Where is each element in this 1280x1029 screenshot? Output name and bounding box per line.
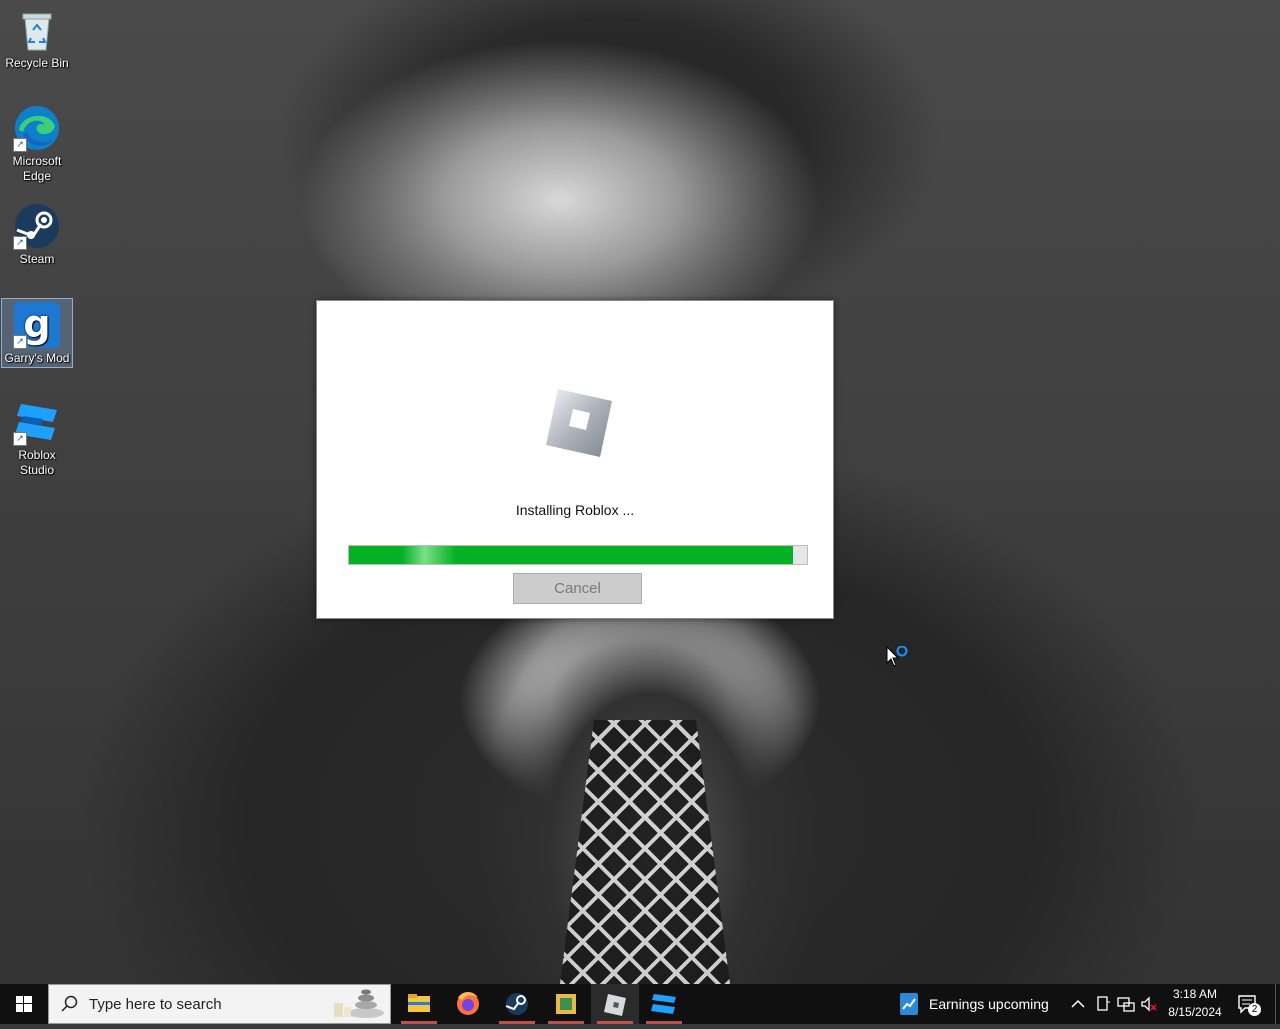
taskbar-roblox-installer[interactable] — [591, 984, 639, 1024]
install-status-text: Installing Roblox ... — [515, 502, 635, 518]
search-placeholder: Type here to search — [89, 996, 222, 1013]
taskbar: Type here to search Earnings upcoming 3:… — [0, 984, 1280, 1024]
recycle-bin-icon — [13, 6, 61, 54]
roblox-logo-icon — [540, 385, 616, 461]
shortcut-arrow-icon: ↗ — [13, 236, 27, 250]
desktop-icon-label: Steam — [19, 252, 55, 266]
news-text: Earnings upcoming — [929, 996, 1049, 1012]
show-desktop-button[interactable] — [1275, 984, 1280, 1024]
desktop-icon-steam[interactable]: ↗ Steam — [2, 196, 72, 267]
news-widget[interactable]: Earnings upcoming — [896, 984, 1056, 1024]
search-icon — [61, 995, 78, 1012]
desktop-icon-recycle-bin[interactable]: Recycle Bin — [2, 0, 72, 71]
file-explorer-icon — [408, 994, 430, 1012]
firefox-icon — [457, 992, 479, 1015]
search-highlight-image-icon — [334, 989, 384, 1018]
taskbar-app[interactable] — [542, 984, 590, 1024]
clock-time[interactable]: 3:18 AM — [1160, 987, 1230, 1001]
taskbar-search-box[interactable]: Type here to search — [48, 984, 391, 1024]
desktop-icon-edge[interactable]: ↗ Microsoft Edge — [2, 98, 72, 184]
busy-cursor-icon — [886, 645, 912, 679]
desktop-icon-label: Recycle Bin — [5, 56, 69, 70]
show-hidden-icons-chevron-icon[interactable] — [1068, 994, 1088, 1014]
action-center-icon[interactable]: 2 — [1236, 993, 1262, 1017]
desktop-icon-label: Garry's Mod — [4, 351, 70, 365]
shortcut-arrow-icon: ↗ — [13, 432, 27, 446]
desktop-icon-label: Roblox Studio — [18, 448, 56, 477]
garrys-mod-icon: g ↗ — [13, 301, 61, 349]
start-button[interactable] — [0, 984, 48, 1024]
desktop-icon-roblox-studio[interactable]: ↗ Roblox Studio — [2, 392, 72, 478]
install-progress-bar — [348, 545, 808, 565]
edge-icon: ↗ — [13, 104, 61, 152]
cancel-button[interactable]: Cancel — [513, 573, 642, 604]
notification-badge: 2 — [1248, 1003, 1261, 1016]
volume-muted-icon[interactable] — [1139, 994, 1159, 1014]
roblox-studio-icon — [651, 994, 676, 1014]
clock-date[interactable]: 8/15/2024 — [1160, 1005, 1230, 1019]
device-icon[interactable] — [1093, 994, 1113, 1014]
stock-news-icon — [900, 993, 918, 1015]
shortcut-arrow-icon: ↗ — [13, 138, 27, 152]
steam-icon — [505, 993, 528, 1015]
shortcut-arrow-icon: ↗ — [13, 335, 27, 349]
network-icon[interactable] — [1116, 994, 1136, 1014]
steam-icon: ↗ — [13, 202, 61, 250]
app-icon — [556, 994, 576, 1014]
taskbar-roblox-studio[interactable] — [640, 984, 688, 1024]
windows-icon — [16, 996, 32, 1012]
taskbar-steam[interactable] — [493, 984, 541, 1024]
taskbar-firefox[interactable] — [444, 984, 492, 1024]
desktop-icon-label: Microsoft Edge — [12, 154, 62, 183]
desktop-icon-garrys-mod[interactable]: g ↗ Garry's Mod — [1, 298, 73, 368]
svg-text:g: g — [23, 302, 50, 346]
roblox-icon — [604, 994, 626, 1016]
roblox-studio-icon: ↗ — [13, 398, 61, 446]
taskbar-file-explorer[interactable] — [395, 984, 443, 1024]
progress-fill — [349, 546, 794, 564]
